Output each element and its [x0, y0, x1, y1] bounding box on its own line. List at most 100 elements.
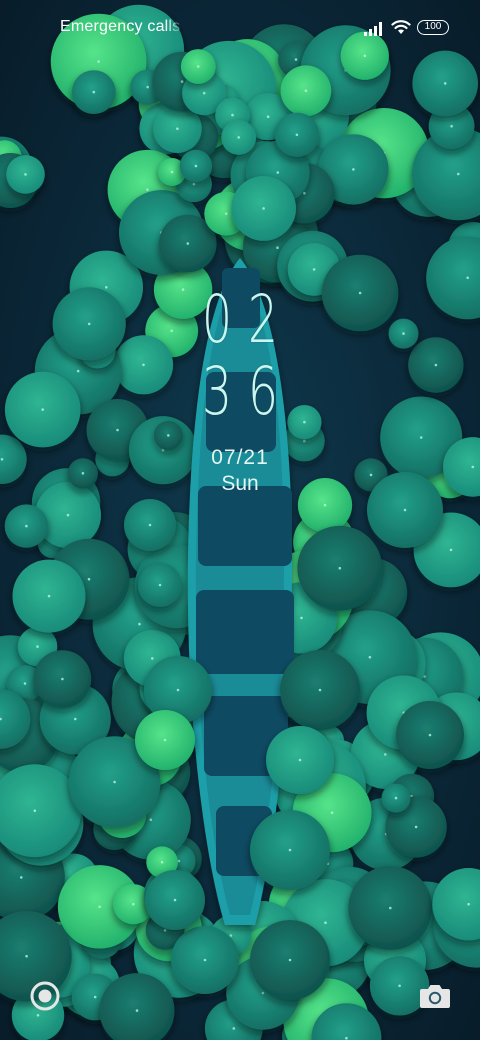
lily-pad-center — [163, 738, 167, 742]
lily-pad-center — [298, 758, 302, 762]
circle-ring-icon[interactable] — [27, 978, 63, 1014]
clock-hour: 02 — [201, 281, 294, 358]
lily-pad-center — [389, 906, 392, 910]
lily-pad-center — [229, 934, 233, 937]
lily-pad-center — [160, 860, 164, 864]
lily-pad-center — [288, 958, 292, 962]
lily-pad-center — [303, 439, 306, 443]
date-text: 07/21 — [211, 446, 269, 469]
lily-pad-center — [146, 188, 149, 191]
lily-pad-center — [87, 577, 91, 581]
lily-pad-center — [276, 171, 280, 174]
lily-pad-center — [300, 616, 303, 620]
lily-pad-center — [428, 733, 432, 737]
lily-pad-center — [113, 780, 116, 784]
lily-pad-center — [312, 268, 316, 271]
lily-pad-center — [138, 622, 141, 626]
lily-pad-center — [170, 170, 174, 174]
lily-pad-center — [443, 82, 447, 85]
lily-pad-center — [323, 503, 327, 507]
lily-pad-center — [93, 995, 97, 999]
lily-pad-center — [36, 1014, 40, 1017]
lily-pad-center — [266, 115, 270, 118]
lily-pad-center — [186, 242, 190, 245]
lily-pad-center — [467, 902, 470, 906]
lily-pad-center — [203, 958, 207, 962]
lily-pad-center — [194, 164, 198, 168]
lily-pad-center — [176, 127, 179, 130]
lily-pad-center — [345, 1036, 348, 1040]
lily-pad-center — [224, 212, 228, 215]
lily-pad-center — [237, 136, 240, 139]
lily-pad-center — [177, 859, 181, 863]
lily-pad-center — [261, 991, 265, 995]
lily-pad-center — [276, 246, 279, 249]
lily-pad-center — [288, 848, 292, 852]
lily-pad-center — [66, 513, 70, 517]
camera-icon[interactable] — [417, 978, 453, 1014]
lily-pad-center — [151, 657, 154, 660]
carrier-status-text: Emergency calls only — [60, 18, 184, 35]
lily-pad-center — [20, 876, 23, 879]
lock-screen: Emergency calls only 100 02 36 07/21 Sun — [0, 0, 480, 1040]
lily-pad-center — [47, 594, 51, 598]
lily-pad-center — [466, 276, 470, 280]
lily-pad-center — [173, 898, 177, 902]
lily-pad-center — [450, 124, 453, 128]
lily-pad-center — [25, 954, 28, 958]
wifi-icon — [391, 20, 411, 34]
lily-pad-center — [294, 58, 298, 61]
lily-pad-center — [180, 80, 184, 83]
lily-pad-center — [434, 363, 438, 367]
lily-pad-center — [61, 677, 64, 681]
battery-level: 100 — [424, 21, 442, 32]
lily-pad-center — [330, 811, 334, 814]
wallpaper-lily-pads — [0, 4, 480, 1040]
lily-pad-center — [231, 113, 234, 117]
signal-bars-icon — [364, 22, 382, 36]
lily-pad-center — [394, 796, 398, 800]
lily-pad-center — [149, 818, 153, 821]
lily-pad-center — [449, 548, 453, 552]
lily-pad-center — [352, 168, 355, 171]
lily-pad-center — [318, 688, 322, 692]
lily-pad-center — [368, 655, 372, 659]
lily-pad-center — [74, 717, 77, 721]
lily-pad-center — [192, 182, 196, 186]
lily-pad-center — [304, 89, 308, 92]
lily-pad-center — [146, 85, 149, 89]
lily-pad-center — [41, 408, 44, 411]
lily-pad-center — [398, 984, 401, 988]
lily-pad-center — [97, 60, 100, 63]
lily-pad-center — [414, 825, 418, 829]
lily-pad-center — [132, 902, 135, 906]
lily-pad-center — [92, 90, 96, 94]
weekday-text: Sun — [221, 472, 259, 495]
status-bar: Emergency calls only 100 — [0, 0, 480, 56]
lily-pad-center — [232, 1027, 236, 1030]
battery-indicator: 100 — [417, 20, 449, 35]
lily-pad-center — [202, 91, 206, 95]
lily-pad-center — [457, 172, 460, 176]
lily-pad-center — [403, 508, 407, 512]
lily-pad-center — [98, 905, 101, 909]
lily-pad-center — [419, 436, 423, 439]
lily-pad-center — [148, 523, 152, 527]
lily-pad-center — [324, 921, 327, 924]
lily-pad — [426, 236, 480, 320]
lily-pad-center — [163, 929, 167, 932]
lily-pad-center — [158, 583, 162, 587]
lily-pad-center — [167, 434, 170, 437]
lily-pad-center — [303, 191, 306, 195]
lily-pad-center — [423, 675, 426, 678]
clock-minute: 36 — [201, 353, 294, 430]
lily-pad-center — [384, 753, 387, 756]
lily-pad-center — [36, 645, 39, 648]
lily-pad-center — [24, 173, 27, 176]
lily-pad-center — [197, 65, 200, 68]
lily-pad-center — [338, 566, 342, 570]
lily-pad-center — [135, 1009, 139, 1012]
lily-pad-center — [33, 809, 37, 812]
lily-pad-center — [25, 524, 28, 528]
lily-pad-center — [262, 207, 265, 210]
